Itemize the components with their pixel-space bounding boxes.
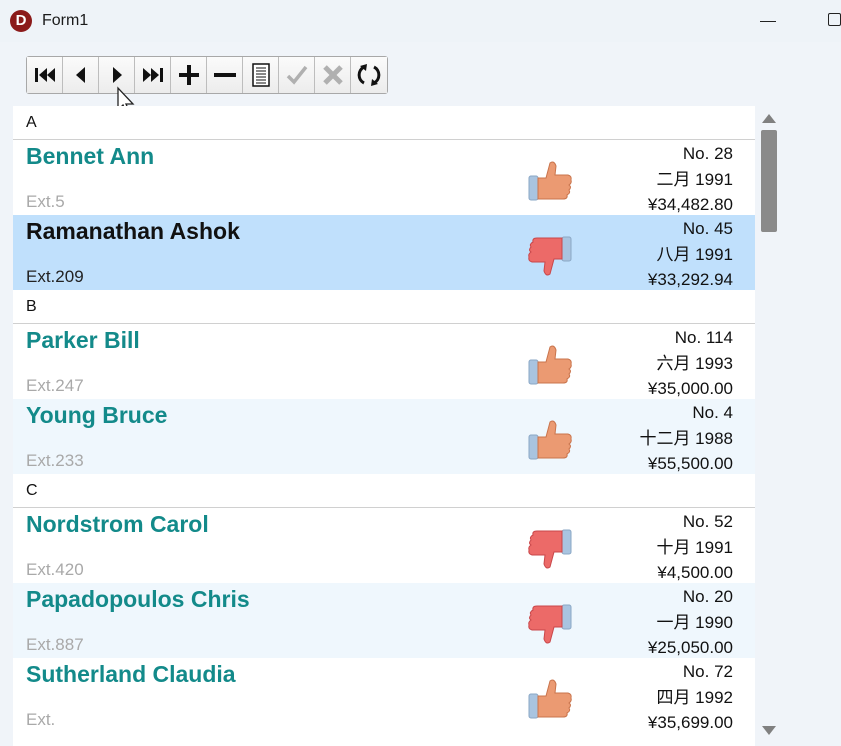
nav-first-button[interactable] (27, 57, 63, 93)
post-icon (286, 65, 307, 85)
item-amount: ¥55,500.00 (647, 454, 733, 473)
nav-delete-button[interactable] (207, 57, 243, 93)
last-icon (142, 68, 163, 82)
item-extension: Ext.5 (26, 192, 65, 211)
item-amount: ¥25,050.00 (647, 638, 733, 657)
item-amount: ¥33,292.94 (647, 270, 733, 289)
record-list[interactable]: A Bennet Ann Ext.5 No. 28 二月 1991 ¥34,482.80 R… (13, 106, 755, 746)
item-date: 八月 1991 (656, 244, 733, 264)
item-amount: ¥35,000.00 (647, 379, 733, 398)
nav-edit-button[interactable] (243, 57, 279, 93)
item-info: No. 28 二月 1991 ¥34,482.80 (648, 141, 733, 218)
list-item[interactable]: Papadopoulos Chris Ext.887 No. 20 一月 1990 ¥2… (13, 583, 755, 658)
item-info: No. 72 四月 1992 ¥35,699.00 (648, 659, 733, 736)
item-number: No. 114 (674, 328, 733, 347)
item-amount: ¥4,500.00 (657, 563, 733, 582)
vertical-scrollbar[interactable] (758, 106, 780, 745)
insert-icon (178, 65, 199, 85)
thumbs-up-icon (526, 158, 574, 204)
nav-last-button[interactable] (135, 57, 171, 93)
list-item[interactable]: Nordstrom Carol Ext.420 No. 52 十月 1991 ¥4,50… (13, 508, 755, 583)
item-amount: ¥35,699.00 (647, 713, 733, 732)
thumbs-down-icon (526, 526, 574, 572)
delete-icon (213, 73, 236, 77)
item-number: No. 20 (682, 587, 733, 606)
refresh-icon (357, 64, 381, 86)
thumbs-up-icon (526, 417, 574, 463)
item-date: 四月 1992 (656, 687, 733, 707)
item-info: No. 52 十月 1991 ¥4,500.00 (656, 509, 733, 586)
item-name: Bennet Ann (26, 143, 155, 169)
nav-insert-button[interactable] (171, 57, 207, 93)
title-bar: D Form1 (0, 0, 841, 42)
group-header: A (13, 106, 755, 140)
item-amount: ¥34,482.80 (647, 195, 733, 214)
item-info: No. 45 八月 1991 ¥33,292.94 (648, 216, 733, 293)
item-date: 十月 1991 (656, 537, 733, 557)
list-item[interactable]: Sutherland Claudia Ext. No. 72 四月 1992 ¥35,6… (13, 658, 755, 733)
thumbs-down-icon (526, 601, 574, 647)
minimize-button[interactable] (760, 8, 780, 32)
item-extension: Ext.247 (26, 376, 84, 395)
item-info: No. 4 十二月 1988 ¥55,500.00 (639, 400, 733, 477)
item-name: Papadopoulos Chris (26, 586, 250, 612)
item-number: No. 28 (682, 144, 733, 163)
item-name: Young Bruce (26, 402, 168, 428)
item-name: Sutherland Claudia (26, 661, 236, 687)
item-date: 一月 1990 (656, 612, 733, 632)
item-date: 十二月 1988 (639, 428, 733, 448)
item-info: No. 20 一月 1990 ¥25,050.00 (648, 584, 733, 661)
maximize-button[interactable] (826, 12, 841, 28)
item-extension: Ext.233 (26, 451, 84, 470)
list-item[interactable]: Parker Bill Ext.247 No. 114 六月 1993 ¥35,000.… (13, 324, 755, 399)
nav-cancel-button[interactable] (315, 57, 351, 93)
next-icon (112, 67, 122, 83)
first-icon (34, 68, 55, 82)
item-name: Nordstrom Carol (26, 511, 209, 537)
app-icon: D (10, 10, 32, 32)
item-date: 六月 1993 (656, 353, 733, 373)
thumbs-up-icon (526, 342, 574, 388)
group-header: B (13, 290, 755, 324)
item-number: No. 72 (682, 662, 733, 681)
cancel-icon (322, 65, 343, 85)
item-extension: Ext.209 (26, 267, 84, 286)
scroll-up-arrow-icon[interactable] (762, 114, 776, 123)
window-title: Form1 (42, 12, 89, 29)
nav-post-button[interactable] (279, 57, 315, 93)
item-extension: Ext. (26, 710, 56, 729)
item-extension: Ext.420 (26, 560, 84, 579)
db-navigator (26, 56, 388, 94)
item-number: No. 45 (682, 219, 733, 238)
nav-prior-button[interactable] (63, 57, 99, 93)
thumbs-down-icon (526, 233, 574, 279)
item-name: Ramanathan Ashok (26, 218, 240, 244)
list-item[interactable]: Ramanathan Ashok Ext.209 No. 45 八月 1991 ¥33,… (13, 215, 755, 290)
list-item[interactable]: Bennet Ann Ext.5 No. 28 二月 1991 ¥34,482.80 (13, 140, 755, 215)
item-date: 二月 1991 (656, 169, 733, 189)
item-number: No. 52 (682, 512, 733, 531)
item-info: No. 114 六月 1993 ¥35,000.00 (648, 325, 733, 402)
prior-icon (75, 67, 85, 83)
scroll-thumb[interactable] (761, 130, 777, 232)
nav-refresh-button[interactable] (351, 57, 387, 93)
item-extension: Ext.887 (26, 635, 84, 654)
thumbs-up-icon (526, 676, 574, 722)
group-header: C (13, 474, 755, 508)
list-item[interactable]: Young Bruce Ext.233 No. 4 十二月 1988 ¥55,500.0… (13, 399, 755, 474)
item-number: No. 4 (692, 403, 733, 422)
item-name: Parker Bill (26, 327, 140, 353)
scroll-down-arrow-icon[interactable] (762, 726, 776, 735)
edit-icon (251, 63, 270, 87)
